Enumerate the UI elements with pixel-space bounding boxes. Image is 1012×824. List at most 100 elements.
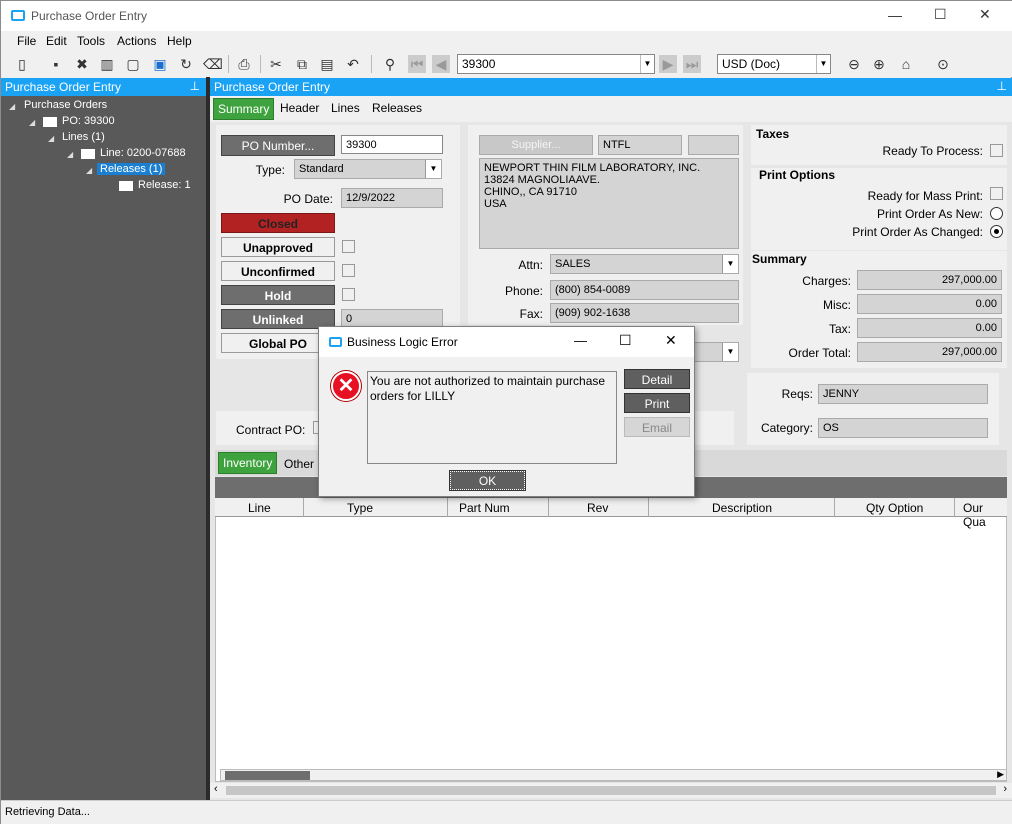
minimize-button[interactable]: — [888, 7, 902, 23]
unconfirmed-flag[interactable]: Unconfirmed [221, 261, 335, 281]
home-icon[interactable]: ⌂ [897, 55, 915, 73]
clear-icon[interactable]: ⌫ [203, 55, 223, 73]
grid-horizontal-scrollbar[interactable]: ▶ [220, 769, 1007, 781]
first-record-icon[interactable]: ⏮ [408, 55, 426, 73]
currency-combo[interactable]: USD (Doc) ▼ [717, 54, 831, 74]
tab-other[interactable]: Other [284, 457, 314, 471]
reqs-field[interactable]: JENNY [818, 384, 988, 404]
dialog-maximize-button[interactable]: ☐ [619, 332, 632, 349]
dialog-close-button[interactable]: ✕ [665, 332, 677, 349]
close-button[interactable]: ✕ [979, 6, 991, 23]
unapproved-checkbox[interactable] [342, 240, 355, 253]
po-date-field[interactable]: 12/9/2022 [341, 188, 443, 208]
tree-node-release[interactable]: Release: 1 [138, 179, 191, 191]
print-button[interactable]: Print [624, 393, 690, 413]
print-icon[interactable]: ⎙ [235, 55, 253, 73]
pin-icon[interactable]: ⊥ [997, 79, 1007, 93]
scroll-thumb[interactable] [225, 771, 310, 780]
attachment-icon[interactable]: ▣ [151, 55, 169, 73]
menu-help[interactable]: Help [167, 34, 192, 48]
refresh-icon[interactable]: ↻ [177, 55, 195, 73]
save-icon[interactable]: ▪ [47, 55, 65, 73]
ready-mass-print-checkbox[interactable] [990, 187, 1003, 200]
chevron-down-icon[interactable]: ▼ [722, 255, 738, 273]
fax-field[interactable]: (909) 902-1638 [550, 303, 739, 323]
po-combo[interactable]: 39300 ▼ [457, 54, 655, 74]
tab-header[interactable]: Header [280, 101, 319, 115]
dialog-minimize-button[interactable]: — [574, 333, 587, 348]
email-button[interactable]: Email [624, 417, 690, 437]
column-description[interactable]: Description [712, 501, 772, 515]
print-as-new-radio[interactable] [990, 207, 1003, 220]
search-icon[interactable]: ⚲ [381, 55, 399, 73]
copy-icon[interactable]: ⧉ [293, 55, 311, 73]
last-record-icon[interactable]: ⏭ [683, 55, 701, 73]
scroll-thumb[interactable] [226, 786, 996, 795]
cut-icon[interactable]: ✂ [267, 55, 285, 73]
chevron-down-icon[interactable]: ▼ [425, 160, 441, 178]
po-number-button[interactable]: PO Number... [221, 135, 335, 156]
menu-edit[interactable]: Edit [46, 34, 67, 48]
tree-node-purchase-orders[interactable]: Purchase Orders [24, 99, 107, 111]
expand-icon[interactable]: ◢ [29, 118, 35, 127]
charges-field[interactable]: 297,000.00 [857, 270, 1002, 290]
tab-releases[interactable]: Releases [372, 101, 422, 115]
tab-lines[interactable]: Lines [331, 101, 360, 115]
detail-button[interactable]: Detail [624, 369, 690, 389]
expand-icon[interactable]: ◢ [48, 134, 54, 143]
column-line[interactable]: Line [248, 501, 271, 515]
chevron-down-icon[interactable]: ▼ [722, 343, 738, 361]
tab-inventory[interactable]: Inventory [218, 452, 278, 474]
play-icon[interactable]: ⊙ [934, 55, 952, 73]
menu-file[interactable]: File [17, 34, 36, 48]
new-icon[interactable]: ▯ [13, 55, 31, 73]
unapproved-flag[interactable]: Unapproved [221, 237, 335, 257]
scroll-right-icon[interactable]: › [1003, 783, 1007, 795]
column-part-num[interactable]: Part Num [459, 501, 510, 515]
paste-icon[interactable]: ▤ [318, 55, 336, 73]
expand-icon[interactable]: ◢ [9, 102, 15, 111]
expand-icon[interactable]: ◢ [67, 150, 73, 159]
forward-icon[interactable]: ⊕ [870, 55, 888, 73]
tree-node-lines[interactable]: Lines (1) [62, 131, 105, 143]
column-type[interactable]: Type [347, 501, 373, 515]
next-record-icon[interactable]: ▶ [659, 55, 677, 73]
prev-record-icon[interactable]: ◀ [432, 55, 450, 73]
menu-actions[interactable]: Actions [117, 34, 156, 48]
supplier-button[interactable]: Supplier... [479, 135, 593, 155]
ready-to-process-checkbox[interactable] [990, 144, 1003, 157]
type-select[interactable]: Standard ▼ [294, 159, 442, 179]
column-our-qty[interactable]: Our Qua [963, 501, 1007, 529]
tax-field[interactable]: 0.00 [857, 318, 1002, 338]
note-icon[interactable]: ▢ [124, 55, 142, 73]
scroll-left-icon[interactable]: ‹ [214, 783, 218, 795]
hold-flag[interactable]: Hold [221, 285, 335, 305]
tree-node-line[interactable]: Line: 0200-07688 [100, 147, 186, 159]
book-icon[interactable]: ▥ [98, 55, 116, 73]
supplier-extra-field[interactable] [688, 135, 739, 155]
main-horizontal-scrollbar[interactable]: ‹ › [210, 783, 1012, 798]
ok-button[interactable]: OK [449, 470, 526, 491]
pin-icon[interactable]: ⊥ [190, 79, 200, 93]
maximize-button[interactable]: ☐ [934, 6, 947, 23]
column-qty-option[interactable]: Qty Option [866, 501, 923, 515]
column-rev[interactable]: Rev [587, 501, 608, 515]
hold-checkbox[interactable] [342, 288, 355, 301]
back-icon[interactable]: ⊖ [845, 55, 863, 73]
menu-tools[interactable]: Tools [77, 34, 105, 48]
order-total-field[interactable]: 297,000.00 [857, 342, 1002, 362]
misc-field[interactable]: 0.00 [857, 294, 1002, 314]
tab-summary[interactable]: Summary [213, 98, 275, 120]
phone-field[interactable]: (800) 854-0089 [550, 280, 739, 300]
attn-select[interactable]: SALES ▼ [550, 254, 739, 274]
expand-icon[interactable]: ◢ [86, 166, 92, 175]
unconfirmed-checkbox[interactable] [342, 264, 355, 277]
tree-node-po[interactable]: PO: 39300 [62, 115, 115, 127]
chevron-down-icon[interactable]: ▼ [640, 55, 654, 73]
scroll-right-icon[interactable]: ▶ [997, 769, 1004, 780]
print-as-changed-radio[interactable] [990, 225, 1003, 238]
po-number-field[interactable]: 39300 [341, 135, 443, 154]
tree-node-releases[interactable]: Releases (1) [97, 163, 166, 175]
hidden-select[interactable]: ▼ [691, 342, 739, 362]
delete-icon[interactable]: ✖ [73, 55, 91, 73]
